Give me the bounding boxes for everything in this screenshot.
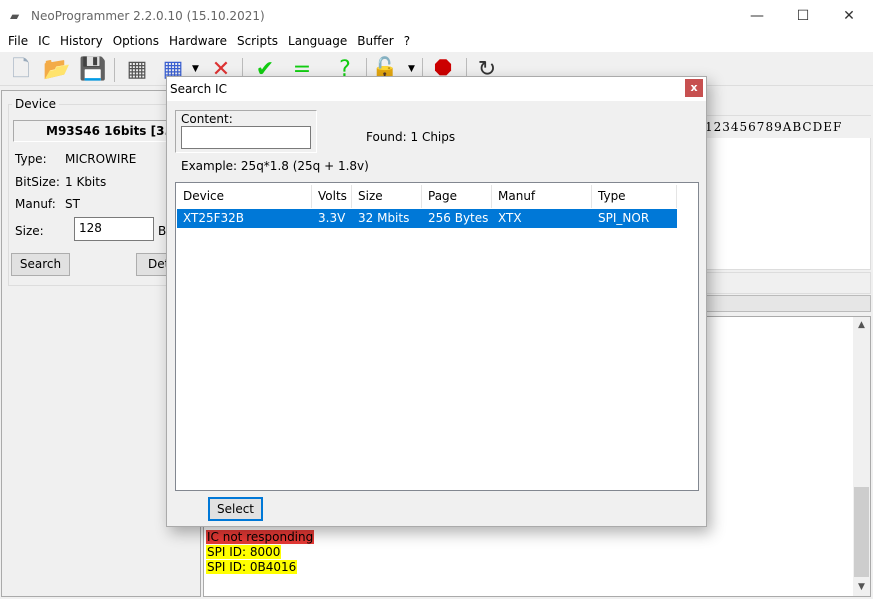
menu-hardware[interactable]: Hardware [165,32,233,52]
example-text: Example: 25q*1.8 (25q + 1.8v) [181,159,369,173]
scroll-thumb[interactable] [854,487,869,577]
read-chip-icon[interactable]: ▦ [122,55,152,85]
dialog-title: Search IC [170,82,227,96]
hex-header: 123456789ABCDEF [701,116,871,138]
select-button[interactable]: Select [208,497,263,521]
content-label: Content: [181,112,233,126]
hex-view[interactable]: 123456789ABCDEF [700,115,871,270]
separator [114,58,115,82]
cell-volts: 3.3V [318,211,346,225]
cell-size: 32 Mbits [358,211,410,225]
menu-ic[interactable]: IC [34,32,56,52]
app-icon: ▰ [10,9,20,23]
menu-scripts[interactable]: Scripts [233,32,284,52]
menu-file[interactable]: File [4,32,34,52]
cell-page: 256 Bytes [428,211,489,225]
status-bar [700,272,871,294]
log-scrollbar[interactable]: ▲ ▼ [853,317,870,596]
menu-history[interactable]: History [56,32,109,52]
log-line: SPI ID: 8000 [206,545,282,559]
found-count: Found: 1 Chips [366,130,456,144]
menu-buffer[interactable]: Buffer [353,32,399,52]
chip-list[interactable]: Device Volts Size Page Manuf Type XT25F3… [175,182,699,491]
type-value: MICROWIRE [65,152,137,166]
dialog-close-button[interactable]: x [685,79,703,97]
minimize-button[interactable]: — [734,0,780,32]
menu-language[interactable]: Language [284,32,353,52]
menu-bar: File IC History Options Hardware Scripts… [0,32,873,52]
manuf-value: ST [65,197,80,211]
new-file-icon[interactable]: 🗋 [6,55,36,85]
chevron-down-icon[interactable]: ▼ [408,64,415,74]
column-header-type[interactable]: Type [592,185,677,208]
save-icon[interactable]: 💾 [78,55,108,85]
log-line: SPI ID: 0B4016 [206,560,298,574]
window-title: NeoProgrammer 2.2.0.10 (15.10.2021) [31,9,265,23]
chevron-down-icon[interactable]: ▼ [192,64,199,74]
cell-manuf: XTX [498,211,522,225]
scroll-up-icon[interactable]: ▲ [853,317,870,334]
size-label: Size: [15,224,44,238]
close-window-button[interactable]: ✕ [826,0,872,32]
column-header-size[interactable]: Size [352,185,422,208]
search-ic-dialog: Search IC x Content: Found: 1 Chips Exam… [166,76,707,527]
column-header-page[interactable]: Page [422,185,492,208]
type-label: Type: [15,152,47,166]
column-header-volts[interactable]: Volts [312,185,352,208]
title-bar: ▰ NeoProgrammer 2.2.0.10 (15.10.2021) — … [0,0,873,32]
open-folder-icon[interactable]: 📂 [42,55,72,85]
size-input[interactable]: 128 [74,217,154,241]
column-header-manuf[interactable]: Manuf [492,185,592,208]
content-input[interactable] [181,126,311,149]
search-button[interactable]: Search [11,253,70,276]
menu-help[interactable]: ? [400,32,416,52]
progress-bar [700,295,871,312]
device-group-label: Device [12,97,60,111]
maximize-button[interactable]: ☐ [780,0,826,32]
scroll-down-icon[interactable]: ▼ [853,579,870,596]
dialog-title-bar: Search IC x [167,77,706,101]
bitsize-value: 1 Kbits [65,175,107,189]
log-line: IC not responding [206,530,315,544]
manuf-label: Manuf: [15,197,56,211]
column-header-device[interactable]: Device [177,185,312,208]
cell-device: XT25F32B [183,211,245,225]
cell-type: SPI_NOR [598,211,650,225]
bitsize-label: BitSize: [15,175,60,189]
menu-options[interactable]: Options [109,32,165,52]
